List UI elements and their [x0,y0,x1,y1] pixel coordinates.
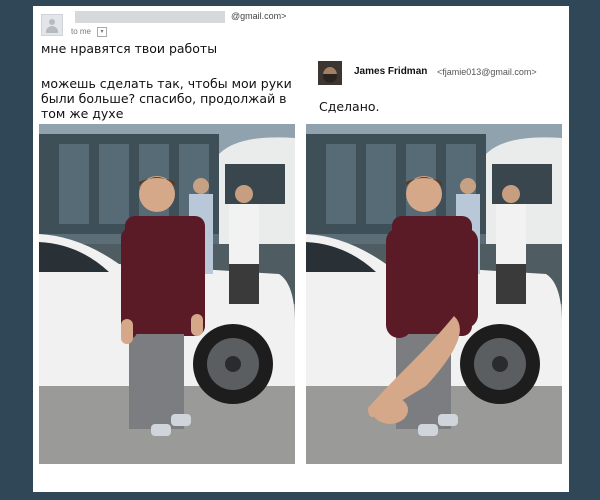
avatar-body-icon [46,26,58,33]
redacted-sender-name [75,11,225,23]
reply-avatar-beard [323,74,337,83]
reply-sender-name: James Fridman [354,66,428,77]
email-card: @gmail.com> to me ▾ мне нравятся твои ра… [33,6,569,492]
edited-photo[interactable] [306,124,562,464]
recipient-label: to me [71,27,92,36]
reply-text: Сделано. [319,99,380,114]
avatar-head-icon [49,19,55,25]
reply-sender-email: <fjamie013@gmail.com> [437,67,537,77]
sender-avatar [41,14,63,36]
original-photo[interactable] [39,124,295,464]
message-line-2: можешь сделать так, чтобы мои руки были … [41,76,292,121]
reply-avatar [318,61,342,85]
message-line-1: мне нравятся твои работы [41,41,218,56]
sender-email: @gmail.com> [231,11,287,21]
details-dropdown-icon[interactable]: ▾ [97,27,107,37]
